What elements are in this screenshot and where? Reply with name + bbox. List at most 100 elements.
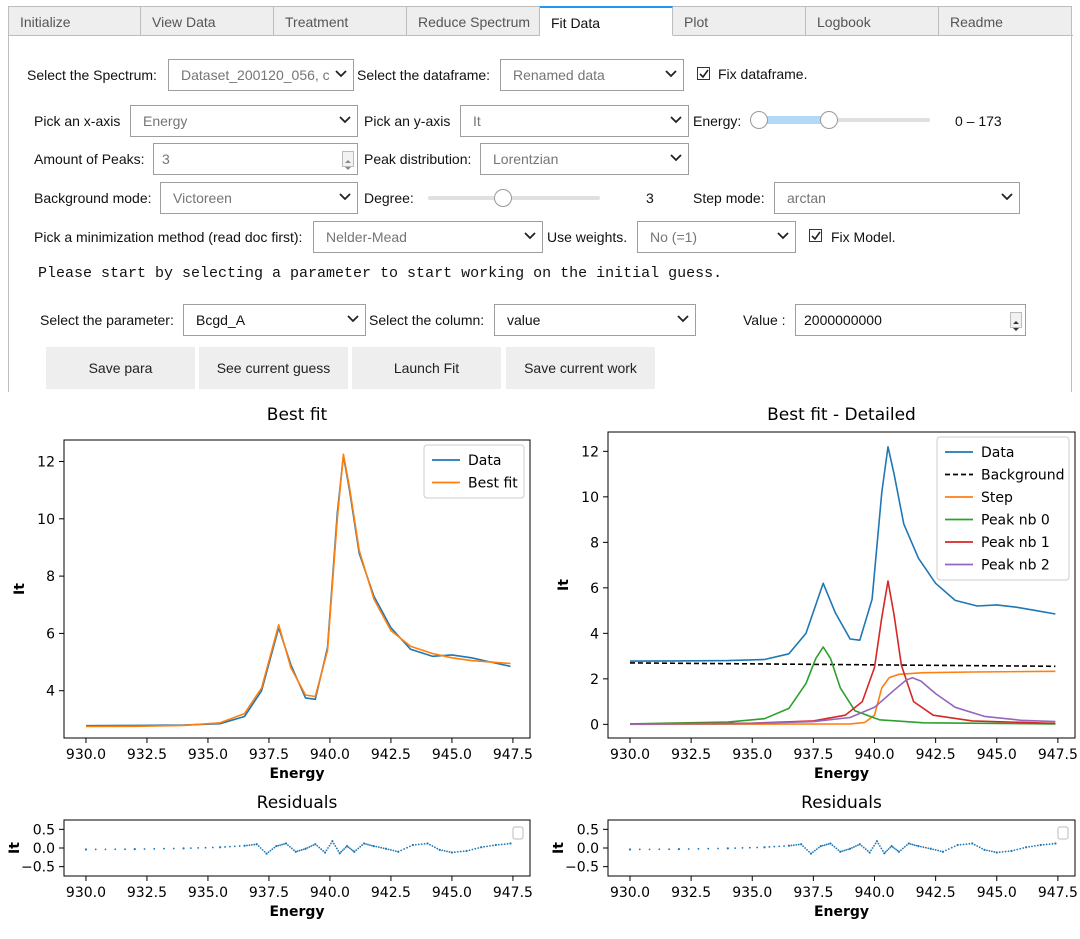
residual-point	[808, 850, 810, 853]
residual-point	[332, 842, 335, 845]
residual-point	[325, 849, 328, 852]
residual-point	[253, 843, 256, 846]
residual-point	[841, 850, 844, 853]
residual-point	[905, 844, 908, 847]
residual-point	[847, 848, 850, 851]
residual-point	[477, 847, 480, 849]
residual-point	[932, 848, 935, 851]
x-tick-label: 945.0	[977, 747, 1017, 763]
residual-point	[797, 843, 800, 846]
residual-point	[369, 844, 371, 846]
residual-point	[357, 847, 360, 850]
residual-point	[349, 847, 351, 850]
residual-point	[438, 848, 441, 851]
residual-point	[986, 849, 988, 852]
legend-label: Best fit	[468, 476, 518, 492]
residual-point	[323, 851, 327, 854]
residual-point	[939, 850, 942, 853]
y-tick-label: −0.5	[565, 860, 599, 876]
residual-point	[238, 845, 241, 847]
residual-point	[995, 851, 998, 854]
axes-frame	[607, 819, 1076, 877]
residual-point	[792, 844, 795, 847]
x-tick-label: 935.0	[188, 747, 228, 763]
residual-point	[347, 846, 350, 849]
residual-point	[1051, 842, 1054, 845]
residual-point	[269, 849, 272, 852]
residual-point	[1031, 845, 1033, 848]
x-tick-label: 947.5	[493, 885, 533, 901]
residual-point	[361, 844, 364, 847]
residual-point	[1045, 843, 1048, 846]
residual-point	[355, 849, 358, 851]
residual-point	[1028, 845, 1030, 848]
residual-point	[990, 850, 993, 853]
residual-point	[338, 852, 341, 855]
y-tick-label: 0.0	[33, 841, 55, 857]
residual-point	[1016, 848, 1019, 851]
residual-point	[741, 847, 744, 849]
residual-point	[937, 849, 939, 852]
residual-point	[420, 843, 423, 846]
residual-point	[628, 848, 632, 851]
residual-point	[397, 850, 400, 853]
x-tick-label: 940.0	[854, 747, 894, 763]
residual-point	[976, 845, 979, 847]
residual-point	[707, 847, 710, 850]
residual-point	[380, 846, 383, 849]
residual-point	[819, 845, 822, 848]
residual-point	[486, 845, 488, 848]
residual-point	[497, 843, 500, 846]
residual-point	[668, 848, 671, 851]
residual-point	[697, 847, 700, 850]
residual-point	[768, 846, 771, 848]
residual-point	[474, 847, 477, 850]
residual-point	[1007, 850, 1010, 853]
residual-point	[468, 849, 471, 852]
residual-point	[1042, 843, 1045, 846]
residual-point	[1010, 849, 1013, 853]
residual-point	[833, 845, 836, 848]
residual-point	[406, 846, 408, 849]
residual-point	[84, 848, 88, 851]
residual-point	[403, 848, 406, 850]
residual-point	[827, 843, 830, 845]
residual-point	[248, 844, 251, 847]
residual-point	[658, 848, 661, 851]
residual-point	[334, 845, 337, 847]
residual-point	[243, 844, 246, 847]
residual-point	[394, 850, 397, 853]
residual-point	[211, 846, 214, 849]
residual-point	[377, 846, 380, 849]
residual-point	[880, 847, 883, 850]
residual-point	[895, 848, 897, 851]
residual-point	[809, 852, 813, 855]
residual-point	[868, 851, 871, 854]
residual-point	[763, 846, 766, 849]
series-line-peak-nb-2	[629, 676, 1056, 725]
residual-point	[862, 846, 865, 849]
x-tick-label: 945.0	[432, 747, 472, 763]
residual-point	[959, 843, 962, 846]
residual-point	[471, 848, 474, 851]
residual-point	[367, 843, 369, 846]
residual-point	[896, 849, 899, 852]
residual-point	[500, 843, 503, 846]
x-tick-label: 942.5	[371, 747, 411, 763]
chart-title: Best fit	[267, 405, 328, 425]
x-tick-label: 935.0	[732, 747, 772, 763]
residual-point	[316, 845, 319, 847]
residual-point	[983, 848, 986, 851]
residual-point	[371, 844, 373, 847]
x-tick-label: 937.5	[249, 747, 289, 763]
residual-point	[448, 851, 451, 853]
y-axis-label: It	[551, 842, 567, 854]
residual-point	[998, 851, 1001, 854]
residual-point	[314, 843, 317, 846]
residual-point	[866, 849, 869, 852]
x-tick-label: 935.0	[732, 885, 772, 901]
residual-point	[929, 847, 932, 850]
residual-point	[359, 845, 362, 848]
residual-point	[875, 840, 879, 843]
residual-point	[382, 847, 385, 850]
